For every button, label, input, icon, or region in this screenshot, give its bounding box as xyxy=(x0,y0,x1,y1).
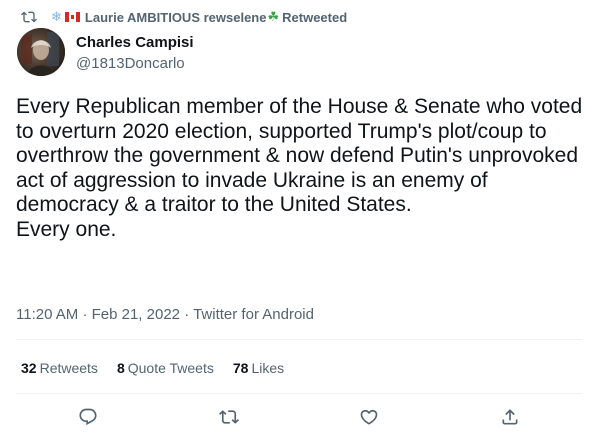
retweet-button[interactable] xyxy=(217,405,241,429)
likes-stat[interactable]: 78 Likes xyxy=(233,360,284,376)
retweets-count: 32 xyxy=(21,360,37,376)
quote-tweets-stat[interactable]: 8 Quote Tweets xyxy=(117,360,214,376)
canada-flag-icon xyxy=(64,12,80,22)
quote-tweets-label: Quote Tweets xyxy=(127,360,214,376)
retweeted-label: Retweeted xyxy=(282,9,348,25)
tweet-meta: 11:20 AM · Feb 21, 2022 · Twitter for An… xyxy=(16,306,314,323)
tweet-date[interactable]: Feb 21, 2022 xyxy=(92,306,180,323)
avatar[interactable] xyxy=(17,28,65,76)
tweet-text: Every Republican member of the House & S… xyxy=(16,95,583,241)
quote-tweets-count: 8 xyxy=(116,360,125,376)
tweet: ❄ Laurie AMBITIOUS rewselene ☘ Retweeted… xyxy=(0,0,598,441)
retweets-stat[interactable]: 32 Retweets xyxy=(21,360,98,376)
tweet-time[interactable]: 11:20 AM xyxy=(16,306,78,323)
like-button[interactable] xyxy=(357,405,381,429)
retweet-context: ❄ Laurie AMBITIOUS rewselene ☘ Retweeted xyxy=(21,8,347,26)
retweet-icon xyxy=(219,410,239,424)
heart-icon xyxy=(360,409,378,425)
divider xyxy=(16,393,582,394)
retweets-label: Retweets xyxy=(39,360,98,376)
reply-button[interactable] xyxy=(76,405,100,429)
author-name[interactable]: Charles Campisi xyxy=(76,34,194,51)
share-icon xyxy=(502,409,518,425)
retweeter-name[interactable]: Laurie AMBITIOUS rewselene xyxy=(85,10,267,25)
snowflake-icon: ❄ xyxy=(51,9,62,24)
meta-separator: · xyxy=(184,306,190,323)
tweet-stats: 32 Retweets 8 Quote Tweets 78 Likes xyxy=(21,360,303,376)
meta-separator: · xyxy=(82,306,88,323)
divider xyxy=(16,339,582,340)
tweet-actions xyxy=(0,405,598,429)
likes-count: 78 xyxy=(232,360,249,376)
likes-label: Likes xyxy=(251,360,285,376)
author-handle[interactable]: @1813Doncarlo xyxy=(76,55,185,72)
retweet-icon xyxy=(21,11,37,23)
share-button[interactable] xyxy=(498,405,522,429)
reply-icon xyxy=(79,408,97,426)
shamrock-icon: ☘ xyxy=(267,9,280,24)
tweet-source[interactable]: Twitter for Android xyxy=(193,306,314,323)
